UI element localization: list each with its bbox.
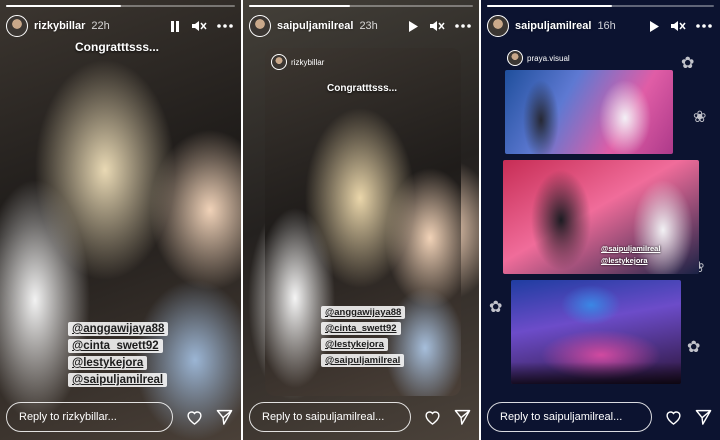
story-timestamp: 16h [597,20,616,32]
mention-tag[interactable]: @saipuljamilreal [68,373,168,387]
collage-photo: @saipuljamilreal @lestykejora [503,160,699,274]
play-icon[interactable] [408,20,419,33]
reply-bar: Reply to rizkybillar... [6,402,233,432]
story-progress-fill [6,5,121,7]
avatar[interactable] [6,15,28,37]
send-icon[interactable] [694,408,712,426]
speaker-muted-icon[interactable] [429,19,445,33]
heart-icon[interactable] [423,408,441,426]
flower-decoration-icon: ✿ [681,55,695,72]
story-panel-saipuljamilreal-collage[interactable]: saipuljamilreal 16h praya.visual ✿ ❀ ✿ ❀… [481,0,720,440]
speaker-muted-icon[interactable] [191,19,207,33]
send-icon[interactable] [215,408,233,426]
avatar [271,54,287,70]
mention-tag[interactable]: @anggawijaya88 [321,306,406,319]
send-icon[interactable] [453,408,471,426]
mention-tag[interactable]: @cinta_swett92 [68,339,163,353]
story-header: rizkybillar 22h [6,14,233,38]
mention-tags: @anggawijaya88 @cinta_swett92 @lestykejo… [321,306,406,367]
flower-decoration-icon: ✿ [687,339,701,356]
story-caption: Congratttsss... [327,83,398,94]
collage-photo [511,280,681,384]
reply-input[interactable]: Reply to rizkybillar... [6,402,173,432]
more-horizontal-icon[interactable] [455,24,471,28]
mention-tag[interactable]: @lestykejora [601,256,648,265]
reply-bar: Reply to saipuljamilreal... [487,402,712,432]
reshared-story-author[interactable]: praya.visual [507,50,570,66]
mention-tag[interactable]: @anggawijaya88 [68,322,169,336]
collage-photo [505,70,673,154]
reshared-username: rizkybillar [291,57,325,67]
heart-icon[interactable] [185,408,203,426]
mention-tags: @anggawijaya88 @cinta_swett92 @lestykejo… [68,322,169,387]
story-username[interactable]: rizkybillar [34,20,85,32]
story-progress-bar [6,5,235,7]
story-panel-saipuljamilreal-repost[interactable]: saipuljamilreal 23h rizkybillar Congratt… [243,0,479,440]
mention-tag[interactable]: @lestykejora [68,356,148,370]
story-timestamp: 22h [91,20,110,32]
flower-decoration-icon: ❀ [693,109,707,126]
story-header: saipuljamilreal 16h [487,14,712,38]
flower-decoration-icon: ✿ [489,299,503,316]
story-header: saipuljamilreal 23h [249,14,471,38]
reshared-story-card[interactable]: rizkybillar Congratttsss... @anggawijaya… [265,48,461,396]
play-icon[interactable] [649,20,660,33]
speaker-muted-icon[interactable] [670,19,686,33]
story-username[interactable]: saipuljamilreal [277,20,353,32]
photo-shadow [511,362,681,384]
reshared-username: praya.visual [527,53,570,63]
story-timestamp: 23h [359,20,378,32]
avatar[interactable] [249,15,271,37]
story-progress-bar [249,5,473,7]
pause-icon[interactable] [169,20,181,33]
reply-input[interactable]: Reply to saipuljamilreal... [487,402,652,432]
story-progress-bar [487,5,714,7]
reply-bar: Reply to saipuljamilreal... [249,402,471,432]
story-username[interactable]: saipuljamilreal [515,20,591,32]
more-horizontal-icon[interactable] [217,24,233,28]
story-panel-rizkybillar[interactable]: rizkybillar 22h Congratttsss... @anggawi… [0,0,241,440]
story-caption: Congratttsss... [75,40,160,54]
avatar[interactable] [487,15,509,37]
mention-tag[interactable]: @saipuljamilreal [321,354,405,367]
reshared-story-author[interactable]: rizkybillar [271,54,324,70]
reply-input[interactable]: Reply to saipuljamilreal... [249,402,411,432]
more-horizontal-icon[interactable] [696,24,712,28]
mention-tag[interactable]: @lestykejora [321,338,388,351]
story-progress-fill [249,5,350,7]
heart-icon[interactable] [664,408,682,426]
avatar [507,50,523,66]
story-progress-fill [487,5,612,7]
mention-tag[interactable]: @cinta_swett92 [321,322,401,335]
mention-tag[interactable]: @saipuljamilreal [601,244,660,253]
